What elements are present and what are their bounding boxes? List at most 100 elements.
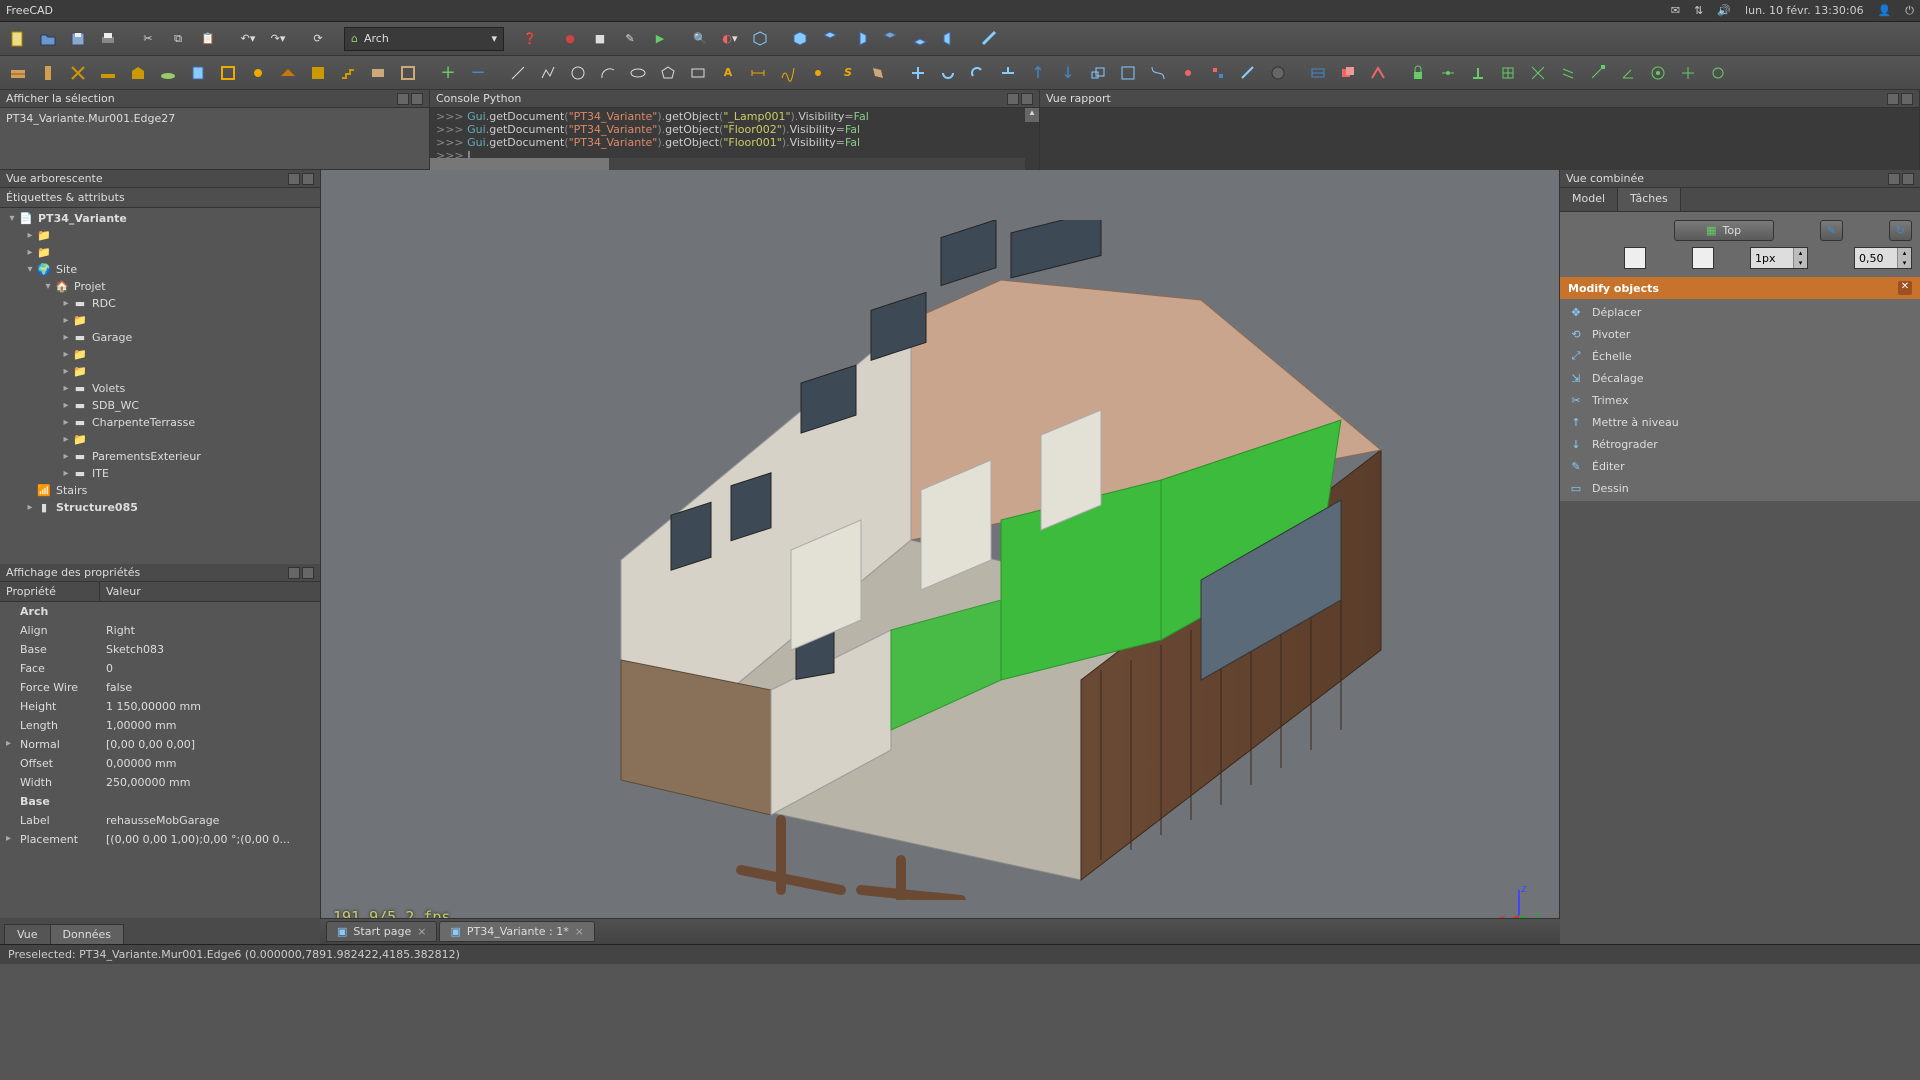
tree-item[interactable]: ▸▬CharpenteTerrasse — [0, 414, 320, 431]
arch-remove-button[interactable]: − — [464, 59, 492, 87]
tree-item[interactable]: ▾📄PT34_Variante — [0, 210, 320, 227]
draft-draft2sketch-button[interactable] — [1264, 59, 1292, 87]
task-collapse-icon[interactable]: ✕ — [1898, 281, 1912, 295]
snap-lock-button[interactable] — [1404, 59, 1432, 87]
panel-close-icon[interactable] — [1901, 93, 1913, 105]
draft-rotate-button[interactable] — [934, 59, 962, 87]
draft-point-button[interactable] — [804, 59, 832, 87]
task-level[interactable]: ↑Mettre à niveau — [1560, 411, 1920, 433]
tree-item[interactable]: ▸📁 — [0, 363, 320, 380]
tree-item[interactable]: ▸▬ParementsExterieur — [0, 448, 320, 465]
property-row[interactable]: LabelrehausseMobGarage — [0, 811, 320, 830]
tree-item[interactable]: ▸▮Structure085 — [0, 499, 320, 516]
draft-downgrade-button[interactable]: ↓ — [1054, 59, 1082, 87]
view-front-button[interactable] — [786, 25, 814, 53]
draft-circle-button[interactable] — [564, 59, 592, 87]
draft-wire-button[interactable] — [534, 59, 562, 87]
draft-polygon-button[interactable] — [654, 59, 682, 87]
snap-perpendicular-button[interactable] — [1464, 59, 1492, 87]
tree-item[interactable]: ▾🏠Projet — [0, 278, 320, 295]
arch-structure-button[interactable] — [34, 59, 62, 87]
arch-roof-button[interactable] — [274, 59, 302, 87]
fontsize-value[interactable] — [1855, 252, 1897, 265]
macro-run-button[interactable]: ▶ — [646, 25, 674, 53]
snap-grid-button[interactable] — [1494, 59, 1522, 87]
3d-viewport[interactable]: 191.9/5.2 fps z y x — [320, 170, 1560, 944]
macro-stop-button[interactable]: ■ — [586, 25, 614, 53]
tree-item[interactable]: ▸▬Garage — [0, 329, 320, 346]
construction-toggle[interactable]: ✎ — [1820, 220, 1843, 241]
arch-rebar-button[interactable] — [64, 59, 92, 87]
panel-close-icon[interactable] — [1021, 93, 1033, 105]
draft-line-button[interactable] — [504, 59, 532, 87]
draft-delpoint-button[interactable] — [1204, 59, 1232, 87]
panel-close-icon[interactable] — [1902, 173, 1914, 185]
task-downgrade[interactable]: ↓Rétrograder — [1560, 433, 1920, 455]
new-button[interactable] — [4, 25, 32, 53]
save-button[interactable] — [64, 25, 92, 53]
tree-item[interactable]: 📶Stairs — [0, 482, 320, 499]
tree-item[interactable]: ▸📁 — [0, 244, 320, 261]
user-icon[interactable]: 👤 — [1878, 4, 1892, 17]
property-row[interactable]: Height1 150,00000 mm — [0, 697, 320, 716]
property-row[interactable]: Force Wirefalse — [0, 678, 320, 697]
workbench-selector[interactable]: ⌂ Arch ▾ — [344, 27, 504, 51]
task-scale[interactable]: ⤢Échelle — [1560, 345, 1920, 367]
tree-item[interactable]: ▸📁 — [0, 431, 320, 448]
tree-item[interactable]: ▸▬Volets — [0, 380, 320, 397]
paste-button[interactable]: 📋 — [194, 25, 222, 53]
tab-data[interactable]: Données — [50, 924, 124, 944]
draft-wiretobspline-button[interactable] — [1144, 59, 1172, 87]
console-output[interactable]: >>> Gui.getDocument("PT34_Variante").get… — [430, 108, 1039, 170]
draft-heal-button[interactable] — [1364, 59, 1392, 87]
doc-tab[interactable]: ▣PT34_Variante : 1*× — [439, 921, 594, 942]
linewidth-value[interactable] — [1751, 252, 1793, 265]
tree-item[interactable]: ▸📁 — [0, 312, 320, 329]
tree-item[interactable]: ▸▬ITE — [0, 465, 320, 482]
draft-trimex-button[interactable] — [994, 59, 1022, 87]
arch-section-button[interactable] — [214, 59, 242, 87]
property-row[interactable]: Width250,00000 mm — [0, 773, 320, 792]
snap-intersection-button[interactable] — [1524, 59, 1552, 87]
arch-panel-button[interactable] — [364, 59, 392, 87]
scrollbar-horizontal[interactable] — [430, 158, 1025, 170]
draft-offset-button[interactable] — [964, 59, 992, 87]
draft-move-button[interactable] — [904, 59, 932, 87]
property-row[interactable]: Length1,00000 mm — [0, 716, 320, 735]
arch-frame-button[interactable] — [394, 59, 422, 87]
snap-extension-button[interactable] — [1704, 59, 1732, 87]
tab-view[interactable]: Vue — [4, 924, 51, 944]
panel-float-icon[interactable] — [1007, 93, 1019, 105]
tab-tasks[interactable]: Tâches — [1617, 188, 1681, 211]
property-row[interactable]: Face0 — [0, 659, 320, 678]
draft-bspline-button[interactable] — [774, 59, 802, 87]
linewidth-spin[interactable]: ▴▾ — [1750, 247, 1808, 269]
copy-button[interactable]: ⧉ — [164, 25, 192, 53]
draft-addpoint-button[interactable] — [1174, 59, 1202, 87]
snap-ortho-button[interactable] — [1674, 59, 1702, 87]
volume-icon[interactable]: 🔊 — [1717, 4, 1731, 17]
tree-item[interactable]: ▸▬SDB_WC — [0, 397, 320, 414]
property-table[interactable]: PropriétéValeur Arch AlignRightBaseSketc… — [0, 582, 320, 918]
arch-space-button[interactable] — [304, 59, 332, 87]
draft-array-button[interactable] — [1304, 59, 1332, 87]
task-move[interactable]: ✥Déplacer — [1560, 301, 1920, 323]
arch-add-button[interactable]: + — [434, 59, 462, 87]
network-icon[interactable]: ⇅ — [1694, 4, 1703, 17]
wp-top-button[interactable]: ▦Top — [1674, 220, 1774, 241]
measure-button[interactable] — [976, 25, 1004, 53]
cut-button[interactable]: ✂ — [134, 25, 162, 53]
view-rear-button[interactable] — [876, 25, 904, 53]
scroll-up-icon[interactable]: ▴ — [1025, 108, 1039, 122]
draft-scale-button[interactable] — [1084, 59, 1112, 87]
property-row[interactable]: BaseSketch083 — [0, 640, 320, 659]
draft-shape2dview-button[interactable] — [1234, 59, 1262, 87]
mail-icon[interactable]: ✉ — [1671, 4, 1680, 17]
arch-stairs-button[interactable] — [334, 59, 362, 87]
zoom-fit-button[interactable]: 🔍 — [686, 25, 714, 53]
view-right-button[interactable] — [846, 25, 874, 53]
undo-button[interactable]: ↶▾ — [234, 25, 262, 53]
property-row[interactable]: Offset0,00000 mm — [0, 754, 320, 773]
panel-close-icon[interactable] — [302, 173, 314, 185]
close-icon[interactable]: × — [575, 925, 584, 938]
